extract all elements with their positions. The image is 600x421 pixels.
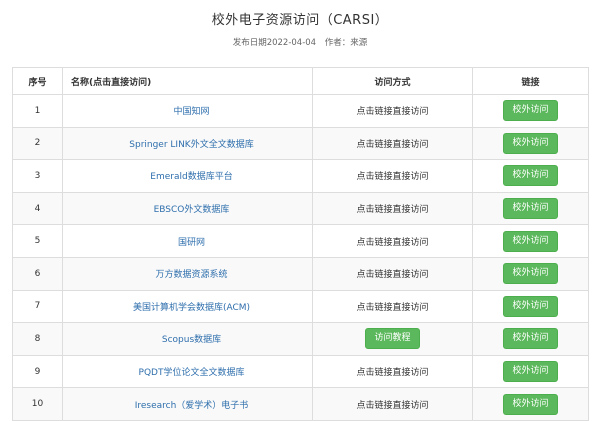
off-campus-access-button[interactable]: 校外访问 [503, 165, 558, 187]
access-method-cell: 点击链接直接访问 [312, 256, 473, 291]
link-cell: 校外访问 [472, 94, 589, 128]
access-method-cell: 点击链接直接访问 [312, 354, 473, 389]
row-index: 1 [12, 94, 63, 128]
row-index: 6 [12, 256, 63, 291]
access-method-cell: 点击链接直接访问 [312, 289, 473, 324]
access-method-cell: 点击链接直接访问 [312, 126, 473, 161]
resource-name-cell: 中国知网 [62, 94, 313, 128]
row-index: 10 [12, 387, 63, 421]
author: 作者：来源 [324, 38, 368, 48]
access-method-text: 点击链接直接访问 [356, 107, 429, 118]
access-method-text: 点击链接直接访问 [356, 368, 429, 379]
access-method-text: 点击链接直接访问 [356, 302, 429, 313]
access-method-text: 点击链接直接访问 [356, 139, 429, 150]
off-campus-access-button[interactable]: 校外访问 [503, 295, 558, 317]
access-method-cell: 点击链接直接访问 [312, 387, 473, 421]
table-row: 2 Springer LINK外文全文数据库 点击链接直接访问 校外访问 [12, 126, 589, 161]
table-row: 9 PQDT学位论文全文数据库 点击链接直接访问 校外访问 [12, 354, 589, 389]
access-method-text: 点击链接直接访问 [356, 400, 429, 411]
table-row: 6 万方数据资源系统 点击链接直接访问 校外访问 [12, 256, 589, 291]
resource-link[interactable]: 国研网 [178, 238, 205, 248]
tutorial-button[interactable]: 访问教程 [365, 328, 420, 350]
resource-link[interactable]: PQDT学位论文全文数据库 [139, 368, 245, 378]
access-method-text: 点击链接直接访问 [356, 205, 429, 216]
resource-name-cell: Springer LINK外文全文数据库 [62, 126, 313, 161]
col-header-method: 访问方式 [312, 67, 473, 95]
access-method-cell: 点击链接直接访问 [312, 224, 473, 258]
access-method-cell: 点击链接直接访问 [312, 94, 473, 128]
off-campus-access-button[interactable]: 校外访问 [503, 328, 558, 350]
resource-link[interactable]: Iresearch（爱学术）电子书 [135, 401, 249, 411]
table-row: 10 Iresearch（爱学术）电子书 点击链接直接访问 校外访问 [12, 387, 589, 421]
off-campus-access-button[interactable]: 校外访问 [503, 132, 558, 154]
publish-date: 发布日期2022-04-04 [232, 38, 317, 48]
link-cell: 校外访问 [472, 256, 589, 291]
access-method-text: 点击链接直接访问 [356, 172, 429, 183]
resource-table: 序号 名称(点击直接访问) 访问方式 链接 1 中国知网 点击链接直接访问 校外访问 2… [12, 67, 589, 421]
off-campus-access-button[interactable]: 校外访问 [503, 361, 558, 383]
link-cell: 校外访问 [472, 159, 589, 193]
link-cell: 校外访问 [472, 191, 589, 226]
resource-name-cell: EBSCO外文数据库 [62, 191, 313, 226]
off-campus-access-button[interactable]: 校外访问 [503, 263, 558, 285]
table-row: 8 Scopus数据库 访问教程 校外访问 [12, 322, 589, 356]
access-method-text: 点击链接直接访问 [356, 237, 429, 248]
resource-name-cell: Scopus数据库 [62, 322, 313, 356]
table-row: 7 美国计算机学会数据库(ACM) 点击链接直接访问 校外访问 [12, 289, 589, 324]
resource-name-cell: Iresearch（爱学术）电子书 [62, 387, 313, 421]
article-meta: 发布日期2022-04-04 作者：来源 [0, 36, 600, 48]
resource-link[interactable]: 中国知网 [173, 107, 209, 117]
col-header-name: 名称(点击直接访问) [62, 67, 313, 95]
resource-link[interactable]: EBSCO外文数据库 [154, 205, 230, 215]
row-index: 9 [12, 354, 63, 389]
table-row: 3 Emerald数据库平台 点击链接直接访问 校外访问 [12, 159, 589, 193]
resource-link[interactable]: 美国计算机学会数据库(ACM) [133, 303, 250, 313]
resource-name-cell: 国研网 [62, 224, 313, 258]
row-index: 3 [12, 159, 63, 193]
row-index: 5 [12, 224, 63, 258]
table-row: 4 EBSCO外文数据库 点击链接直接访问 校外访问 [12, 191, 589, 226]
page-title: 校外电子资源访问（CARSI） [211, 13, 389, 28]
off-campus-access-button[interactable]: 校外访问 [503, 100, 558, 122]
link-cell: 校外访问 [472, 126, 589, 161]
resource-name-cell: 万方数据资源系统 [62, 256, 313, 291]
link-cell: 校外访问 [472, 387, 589, 421]
access-method-cell: 点击链接直接访问 [312, 159, 473, 193]
link-cell: 校外访问 [472, 354, 589, 389]
access-method-cell: 点击链接直接访问 [312, 191, 473, 226]
row-index: 7 [12, 289, 63, 324]
link-cell: 校外访问 [472, 289, 589, 324]
resource-link[interactable]: Springer LINK外文全文数据库 [129, 140, 253, 150]
access-method-cell: 访问教程 [312, 322, 473, 356]
link-cell: 校外访问 [472, 322, 589, 356]
table-header-row: 序号 名称(点击直接访问) 访问方式 链接 [12, 67, 589, 95]
link-cell: 校外访问 [472, 224, 589, 258]
access-method-text: 点击链接直接访问 [356, 270, 429, 281]
resource-link[interactable]: Scopus数据库 [162, 335, 221, 345]
resource-name-cell: PQDT学位论文全文数据库 [62, 354, 313, 389]
table-row: 5 国研网 点击链接直接访问 校外访问 [12, 224, 589, 258]
resource-name-cell: 美国计算机学会数据库(ACM) [62, 289, 313, 324]
table-row: 1 中国知网 点击链接直接访问 校外访问 [12, 94, 589, 128]
col-header-link: 链接 [472, 67, 589, 95]
off-campus-access-button[interactable]: 校外访问 [503, 230, 558, 252]
row-index: 2 [12, 126, 63, 161]
off-campus-access-button[interactable]: 校外访问 [503, 198, 558, 220]
resource-name-cell: Emerald数据库平台 [62, 159, 313, 193]
resource-link[interactable]: 万方数据资源系统 [155, 270, 227, 280]
off-campus-access-button[interactable]: 校外访问 [503, 393, 558, 415]
row-index: 8 [12, 322, 63, 356]
col-header-index: 序号 [12, 67, 63, 95]
row-index: 4 [12, 191, 63, 226]
page-header: 校外电子资源访问（CARSI） 发布日期2022-04-04 作者：来源 [0, 0, 600, 64]
resource-link[interactable]: Emerald数据库平台 [150, 172, 232, 182]
